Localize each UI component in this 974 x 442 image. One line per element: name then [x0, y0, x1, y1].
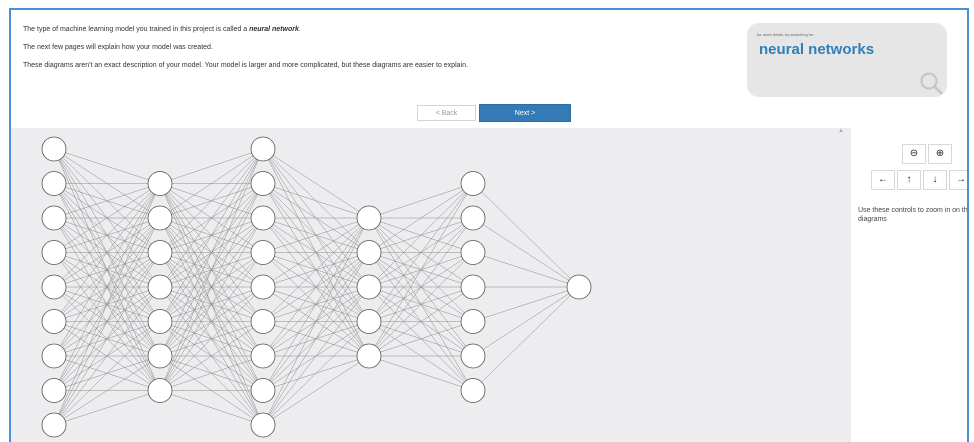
- network-edge: [262, 355, 370, 426]
- intro-line-3: These diagrams aren't an exact descripti…: [23, 62, 468, 69]
- network-node-layer-3: [250, 343, 276, 369]
- network-node-layer-3: [250, 412, 276, 438]
- network-diagram: ▲: [11, 128, 851, 442]
- pan-up-button[interactable]: ↑: [897, 170, 921, 190]
- network-node-layer-1: [41, 274, 67, 300]
- intro-line-1-text: The type of machine learning model you t…: [23, 26, 248, 33]
- network-node-layer-5: [460, 274, 486, 300]
- network-edge: [262, 321, 370, 426]
- network-node-layer-6: [566, 274, 592, 300]
- network-node-layer-2: [147, 309, 173, 334]
- neural-network-svg: [41, 136, 592, 438]
- network-node-layer-3: [250, 171, 276, 196]
- intro-line-2: The next few pages will explain how your…: [23, 44, 213, 51]
- network-edge: [472, 217, 580, 288]
- network-node-layer-1: [41, 171, 67, 196]
- network-node-layer-5: [460, 309, 486, 334]
- network-node-layer-1: [41, 136, 67, 162]
- arrow-right-icon: →: [956, 174, 966, 185]
- network-node-layer-2: [147, 378, 173, 403]
- back-button[interactable]: < Back: [417, 105, 476, 121]
- network-edge: [262, 217, 370, 391]
- search-term[interactable]: neural networks: [759, 41, 874, 58]
- arrow-down-icon: ↓: [932, 174, 938, 185]
- network-node-layer-1: [41, 309, 67, 334]
- scroll-up-arrow[interactable]: ▲: [838, 128, 844, 134]
- network-node-layer-5: [460, 240, 486, 265]
- arrow-left-icon: ←: [878, 174, 888, 185]
- network-node-layer-1: [41, 240, 67, 265]
- network-edge: [368, 183, 474, 288]
- network-node-layer-2: [147, 343, 173, 369]
- network-node-layer-5: [460, 343, 486, 369]
- next-button[interactable]: Next >: [479, 104, 571, 122]
- network-edge: [53, 148, 161, 184]
- network-node-layer-3: [250, 136, 276, 162]
- app-frame: The type of machine learning model you t…: [9, 8, 969, 442]
- network-edge: [472, 183, 580, 288]
- network-node-layer-2: [147, 205, 173, 231]
- network-edge: [262, 252, 370, 426]
- network-edge: [368, 355, 474, 391]
- network-edge: [53, 183, 161, 426]
- network-edge: [472, 286, 580, 322]
- network-node-layer-3: [250, 274, 276, 300]
- network-edge: [53, 321, 161, 426]
- network-node-layer-1: [41, 378, 67, 403]
- network-node-layer-4: [356, 240, 382, 265]
- zoom-out-icon: ⊖: [909, 148, 919, 159]
- network-node-layer-3: [250, 240, 276, 265]
- network-node-layer-3: [250, 378, 276, 403]
- network-node-layer-5: [460, 378, 486, 403]
- pan-right-button[interactable]: →: [949, 170, 967, 190]
- diagram-controls: ⊖ ⊕ ← ↑ ↓ → Use these controls to zoom i…: [856, 128, 969, 442]
- network-node-layer-3: [250, 309, 276, 334]
- magnifier-icon: [920, 72, 943, 95]
- network-node-layer-4: [356, 343, 382, 369]
- network-node-layer-1: [41, 205, 67, 231]
- controls-hint: Use these controls to zoom in on the dia…: [858, 207, 969, 223]
- pan-down-button[interactable]: ↓: [923, 170, 947, 190]
- pan-left-button[interactable]: ←: [871, 170, 895, 190]
- network-edge: [159, 148, 264, 322]
- network-node-layer-2: [147, 240, 173, 265]
- search-suggestion-box[interactable]: for more detail, try searching for: neur…: [747, 23, 947, 97]
- network-edge: [368, 183, 474, 357]
- zoom-out-button[interactable]: ⊖: [902, 144, 926, 164]
- network-node-layer-5: [460, 205, 486, 231]
- network-node-layer-2: [147, 171, 173, 196]
- network-edge: [368, 183, 474, 219]
- network-edge: [472, 286, 580, 391]
- network-node-layer-1: [41, 343, 67, 369]
- network-node-layer-4: [356, 205, 382, 231]
- network-edge: [159, 148, 264, 184]
- intro-line-1: The type of machine learning model you t…: [23, 26, 468, 33]
- network-node-layer-4: [356, 309, 382, 334]
- network-edge: [262, 183, 370, 219]
- intro-text: The type of machine learning model you t…: [23, 26, 468, 80]
- network-edge: [53, 252, 161, 426]
- intro-line-1-suffix: .: [298, 26, 301, 33]
- arrow-up-icon: ↑: [906, 174, 912, 185]
- network-node-layer-1: [41, 412, 67, 438]
- network-edge: [262, 148, 370, 219]
- network-node-layer-3: [250, 205, 276, 231]
- zoom-in-icon: ⊕: [935, 148, 945, 159]
- network-edges: [53, 148, 580, 426]
- network-edge: [159, 390, 264, 426]
- network-edge: [159, 148, 264, 253]
- network-edge: [472, 252, 580, 288]
- network-edge: [53, 390, 161, 426]
- network-edge: [159, 148, 264, 391]
- search-hint: for more detail, try searching for:: [757, 32, 815, 37]
- zoom-in-button[interactable]: ⊕: [928, 144, 952, 164]
- neural-network-term: neural network: [249, 26, 299, 33]
- network-node-layer-2: [147, 274, 173, 300]
- network-edge: [472, 286, 580, 357]
- network-node-layer-5: [460, 171, 486, 196]
- network-node-layer-4: [356, 274, 382, 300]
